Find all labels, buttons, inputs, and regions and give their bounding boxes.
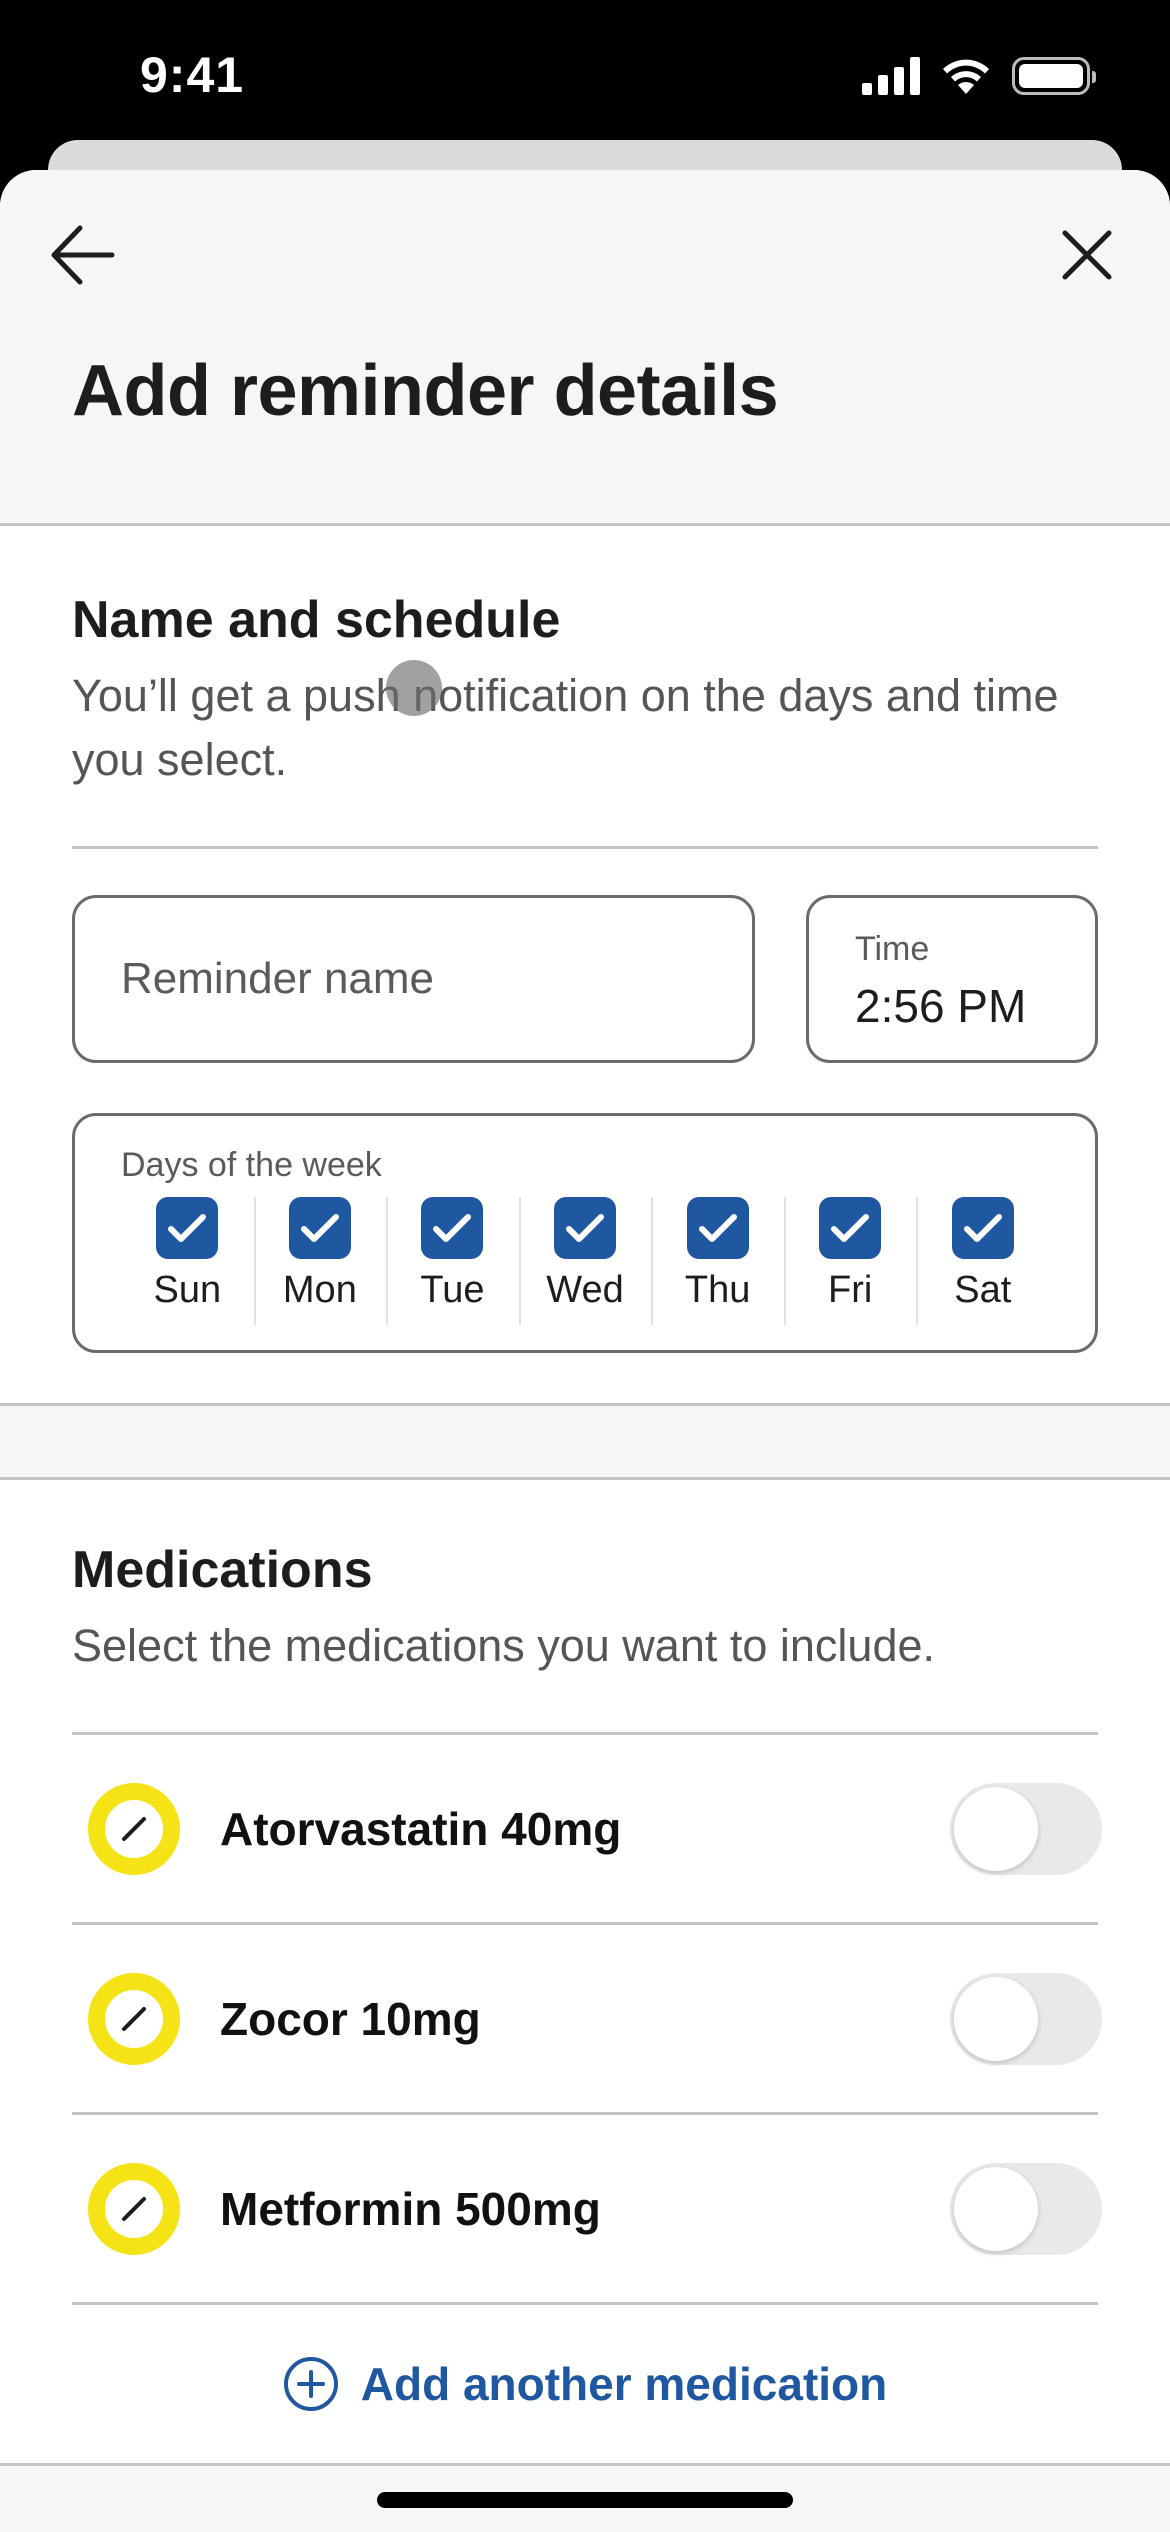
header: Add reminder details	[0, 170, 1170, 526]
toggle-knob	[954, 1976, 1038, 2061]
status-time: 9:41	[140, 47, 245, 103]
day-label: Thu	[684, 1269, 751, 1311]
reminder-name-input[interactable]	[72, 895, 755, 1063]
section-title: Medications	[72, 1541, 373, 1599]
day-mon[interactable]: Mon	[253, 1197, 387, 1325]
section-separator	[0, 1406, 1170, 1480]
status-bar: 9:41	[0, 0, 1170, 150]
day-label: Fri	[828, 1269, 873, 1311]
medications-list: Atorvastatin 40mg Zocor 10mg Metformin 5…	[72, 1732, 1102, 2305]
checkbox-checked[interactable]	[421, 1197, 484, 1259]
pill-icon	[88, 1782, 180, 1875]
checkbox-checked[interactable]	[819, 1197, 882, 1259]
name-and-schedule-section: Name and schedule You’ll get a push noti…	[0, 526, 1170, 1406]
checkbox-checked[interactable]	[288, 1197, 351, 1259]
checkbox-checked[interactable]	[686, 1197, 749, 1259]
toggle-knob	[954, 1786, 1038, 1871]
status-icons	[862, 56, 1096, 96]
day-label: Sun	[153, 1269, 222, 1311]
medication-name: Metformin 500mg	[220, 2182, 601, 2235]
time-value: 2:56 PM	[855, 980, 1027, 1032]
checkbox-checked[interactable]	[951, 1197, 1014, 1259]
checkbox-checked[interactable]	[554, 1197, 617, 1259]
day-label: Sat	[954, 1269, 1012, 1311]
checkmark-icon	[698, 1214, 737, 1242]
day-label: Wed	[546, 1269, 624, 1311]
day-label: Mon	[282, 1269, 357, 1311]
time-label: Time	[855, 930, 930, 968]
time-picker[interactable]: Time 2:56 PM	[806, 895, 1098, 1063]
days-row: Sun Mon Tue Wed Thu Fri Sat	[75, 1197, 1095, 1325]
medication-toggle[interactable]	[950, 1972, 1102, 2065]
wifi-icon	[943, 59, 989, 94]
arrow-left-icon	[51, 225, 115, 285]
add-medication-button[interactable]: Add another medication	[72, 2305, 1098, 2463]
days-label: Days of the week	[121, 1146, 382, 1184]
checkmark-icon	[963, 1214, 1002, 1242]
checkbox-checked[interactable]	[156, 1197, 219, 1259]
section-title: Name and schedule	[72, 591, 561, 649]
medication-row: Atorvastatin 40mg	[72, 1735, 1102, 1925]
day-label: Tue	[420, 1269, 485, 1311]
home-indicator[interactable]	[377, 2492, 793, 2508]
page-title: Add reminder details	[72, 351, 779, 431]
touch-indicator	[386, 660, 442, 716]
medication-toggle[interactable]	[950, 2162, 1102, 2255]
medication-toggle[interactable]	[950, 1782, 1102, 1875]
pill-icon	[88, 2162, 180, 2255]
medication-name: Zocor 10mg	[220, 1992, 481, 2045]
medication-name: Atorvastatin 40mg	[220, 1802, 622, 1855]
medication-row: Zocor 10mg	[72, 1925, 1102, 2115]
checkmark-icon	[168, 1214, 207, 1242]
section-description: Select the medications you want to inclu…	[72, 1620, 935, 1671]
toggle-knob	[954, 2166, 1038, 2251]
checkmark-icon	[433, 1214, 472, 1242]
section-description: You’ll get a push notification on the da…	[72, 670, 1059, 785]
battery-icon	[1012, 57, 1096, 95]
checkmark-icon	[300, 1214, 339, 1242]
pill-icon	[88, 1972, 180, 2065]
checkmark-icon	[831, 1214, 870, 1242]
close-icon	[1062, 230, 1112, 280]
checkmark-icon	[566, 1214, 605, 1242]
day-sun[interactable]: Sun	[121, 1197, 254, 1312]
day-fri[interactable]: Fri	[783, 1197, 917, 1325]
fields-row: Time 2:56 PM	[72, 895, 1098, 1063]
day-tue[interactable]: Tue	[386, 1197, 519, 1325]
medications-section: Medications Select the medications you w…	[0, 1480, 1170, 2466]
plus-circle-icon	[283, 2357, 338, 2411]
close-button[interactable]	[1052, 220, 1122, 290]
day-wed[interactable]: Wed	[518, 1197, 652, 1325]
back-button[interactable]	[48, 220, 118, 290]
days-of-week-group: Days of the week Sun Mon Tue Wed Thu Fri…	[72, 1113, 1098, 1353]
divider	[72, 846, 1098, 849]
day-thu[interactable]: Thu	[651, 1197, 784, 1325]
modal-sheet: Add reminder details Name and schedule Y…	[0, 170, 1170, 2532]
cellular-signal-icon	[862, 57, 920, 95]
medication-row: Metformin 500mg	[72, 2115, 1102, 2305]
day-sat[interactable]: Sat	[916, 1197, 1049, 1325]
add-medication-label: Add another medication	[360, 2358, 888, 2410]
